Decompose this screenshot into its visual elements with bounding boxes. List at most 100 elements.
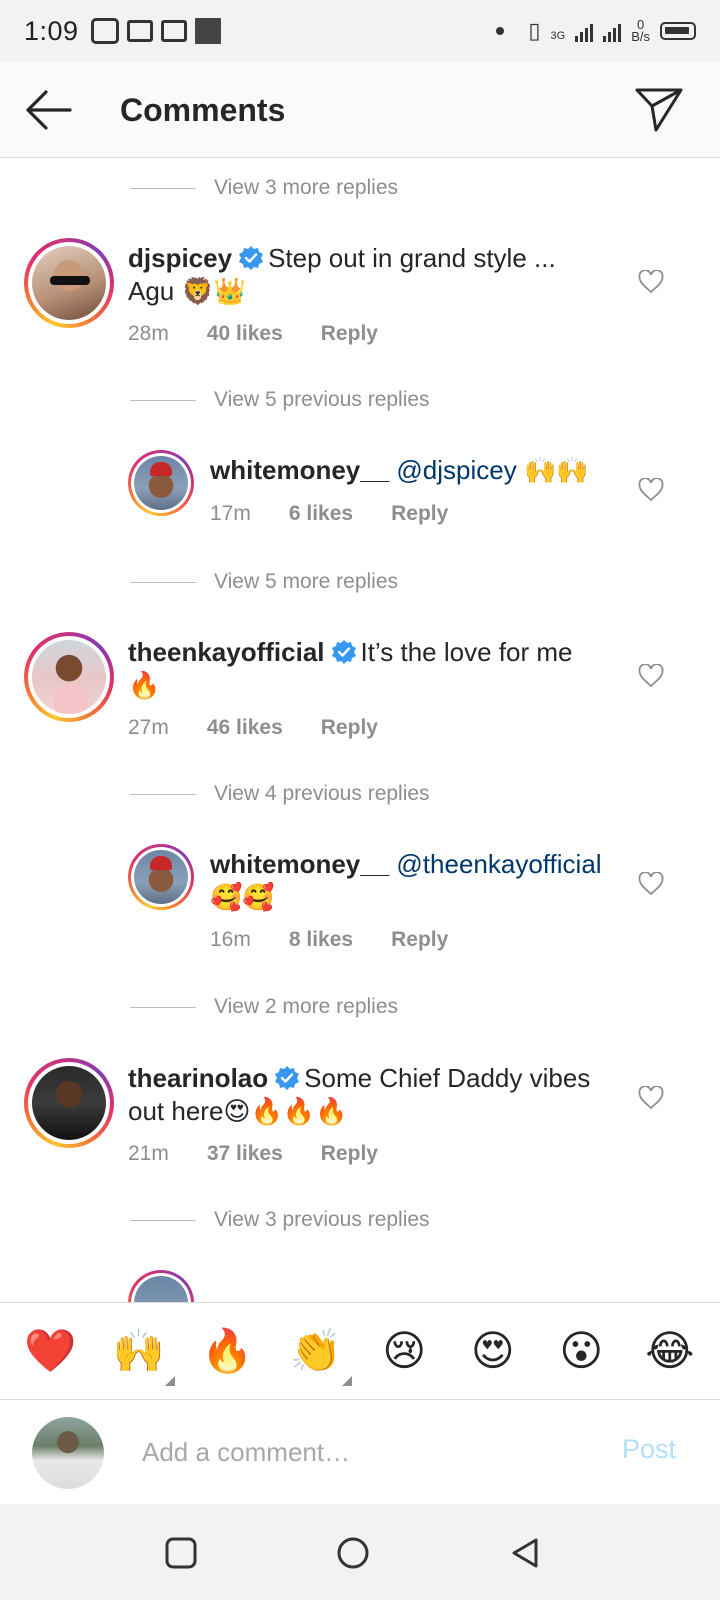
page-title: Comments	[120, 92, 286, 128]
avatar[interactable]	[128, 1270, 194, 1302]
view-replies-divider	[130, 581, 196, 583]
comment-text: theenkayofficial It’s the love for me 🔥	[128, 636, 608, 702]
view-replies-text: View 3 more replies	[214, 176, 399, 199]
emoji-heart[interactable]: ❤️	[20, 1326, 80, 1376]
comment-time: 16m	[210, 928, 251, 951]
reply-button[interactable]: Reply	[321, 1142, 378, 1166]
view-replies-link[interactable]: View 4 previous replies	[130, 774, 430, 814]
comment-time: 27m	[128, 716, 169, 739]
data-speed-unit: B/s	[631, 29, 650, 44]
verified-badge-icon	[275, 1066, 300, 1090]
avatar[interactable]	[24, 1058, 114, 1148]
avatar[interactable]	[128, 450, 194, 516]
like-heart-icon[interactable]	[638, 1086, 664, 1110]
like-heart-icon[interactable]	[638, 270, 664, 294]
comment-time: 17m	[210, 502, 251, 525]
signal-icon-2	[603, 20, 622, 42]
status-notification-icons	[90, 18, 221, 44]
direct-message-icon[interactable]	[634, 84, 684, 134]
avatar-image	[32, 246, 106, 320]
image-notification-icon	[194, 18, 221, 44]
like-heart-icon[interactable]	[638, 478, 664, 502]
emoji-surprised[interactable]: 😮	[551, 1326, 611, 1376]
status-system-icons: ▯ 3G 0 B/s	[496, 18, 696, 44]
view-replies-text: View 5 previous replies	[214, 388, 430, 411]
verified-badge-icon	[239, 246, 264, 270]
view-replies-text: View 5 more replies	[214, 570, 399, 593]
battery-icon	[660, 22, 696, 40]
comment-time: 28m	[128, 322, 169, 345]
comment-text: djspicey Step out in grand style ... Agu …	[128, 242, 598, 308]
emoji-laughing[interactable]: 😂	[640, 1326, 700, 1376]
view-replies-divider	[130, 187, 196, 189]
emoji-crying[interactable]: 😢	[374, 1326, 434, 1376]
dot-icon	[496, 27, 505, 35]
comment-meta: 21m 37 likes Reply	[128, 1142, 378, 1166]
view-replies-link[interactable]: View 3 more replies	[130, 168, 398, 208]
system-navigation-bar	[0, 1504, 720, 1600]
comment-meta: 16m 8 likes Reply	[210, 928, 448, 952]
comment-likes[interactable]: 46 likes	[207, 716, 283, 740]
app-notification-icon	[90, 18, 119, 44]
comment-meta: 27m 46 likes Reply	[128, 716, 378, 740]
reply-button[interactable]: Reply	[321, 716, 378, 740]
reply-button[interactable]: Reply	[391, 502, 448, 526]
comment-composer: Post	[0, 1400, 720, 1504]
reply-button[interactable]: Reply	[321, 322, 378, 346]
view-replies-link[interactable]: View 2 more replies	[130, 987, 398, 1027]
comment-likes[interactable]: 37 likes	[207, 1142, 283, 1166]
view-replies-link[interactable]: View 3 previous replies	[130, 1200, 430, 1240]
vibrate-icon: ▯	[528, 18, 541, 43]
comment-mention[interactable]: @djspicey	[396, 455, 516, 485]
view-replies-link[interactable]: View 5 more replies	[130, 562, 398, 602]
view-replies-link[interactable]: View 5 previous replies	[130, 380, 430, 420]
comment-text: whitemoney__ @theenkayofficial 🥰🥰	[210, 848, 630, 914]
comment-username[interactable]: theenkayofficial	[128, 637, 325, 667]
emoji-fire[interactable]: 🔥	[197, 1326, 257, 1376]
comment-username[interactable]: whitemoney__	[210, 455, 389, 485]
comment-meta: 28m 40 likes Reply	[128, 322, 378, 346]
avatar-image	[134, 1276, 188, 1302]
like-heart-icon[interactable]	[638, 872, 664, 896]
avatar-image	[134, 850, 188, 904]
view-replies-divider	[130, 1006, 196, 1008]
comment-body: 🙌🙌	[523, 455, 589, 485]
avatar[interactable]	[128, 844, 194, 910]
reply-button[interactable]: Reply	[391, 928, 448, 952]
avatar-image	[32, 1066, 106, 1140]
comment-text: whitemoney__ @djspicey 🙌🙌	[210, 454, 630, 487]
view-replies-text: View 2 more replies	[214, 995, 399, 1018]
outlook-icon	[126, 20, 153, 42]
view-replies-divider	[130, 399, 196, 401]
avatar[interactable]	[24, 632, 114, 722]
view-replies-divider	[130, 793, 196, 795]
current-user-avatar	[32, 1417, 104, 1489]
emoji-clapping[interactable]: 👏	[286, 1326, 352, 1386]
post-button[interactable]: Post	[622, 1434, 676, 1465]
back-arrow-icon[interactable]	[22, 88, 74, 132]
emoji-raising-hands-glyph: 🙌	[112, 1326, 165, 1375]
avatar-image	[32, 640, 106, 714]
comment-username[interactable]: whitemoney__	[210, 849, 389, 879]
status-time: 1:09	[24, 15, 79, 46]
gmail-icon	[160, 20, 187, 42]
like-heart-icon[interactable]	[638, 664, 664, 688]
recent-apps-icon[interactable]	[164, 1536, 198, 1570]
home-icon[interactable]	[336, 1536, 370, 1570]
avatar-image	[134, 456, 188, 510]
avatar[interactable]	[24, 238, 114, 328]
comment-username[interactable]: thearinolao	[128, 1063, 268, 1093]
view-replies-divider	[130, 1219, 196, 1221]
emoji-raising-hands[interactable]: 🙌	[109, 1326, 175, 1386]
skin-tone-indicator-icon	[164, 1376, 175, 1386]
comment-likes[interactable]: 8 likes	[289, 928, 353, 952]
comment-input[interactable]	[142, 1432, 582, 1472]
comments-list[interactable]: View 3 more replies djspicey Step out in …	[0, 158, 720, 1302]
comment-mention[interactable]: @theenkayofficial	[396, 849, 601, 879]
back-nav-icon[interactable]	[508, 1536, 542, 1570]
comment-likes[interactable]: 40 likes	[207, 322, 283, 346]
emoji-heart-eyes[interactable]: 😍	[463, 1326, 523, 1376]
view-replies-text: View 3 previous replies	[214, 1208, 430, 1231]
comment-username[interactable]: djspicey	[128, 243, 232, 273]
comment-likes[interactable]: 6 likes	[289, 502, 353, 526]
